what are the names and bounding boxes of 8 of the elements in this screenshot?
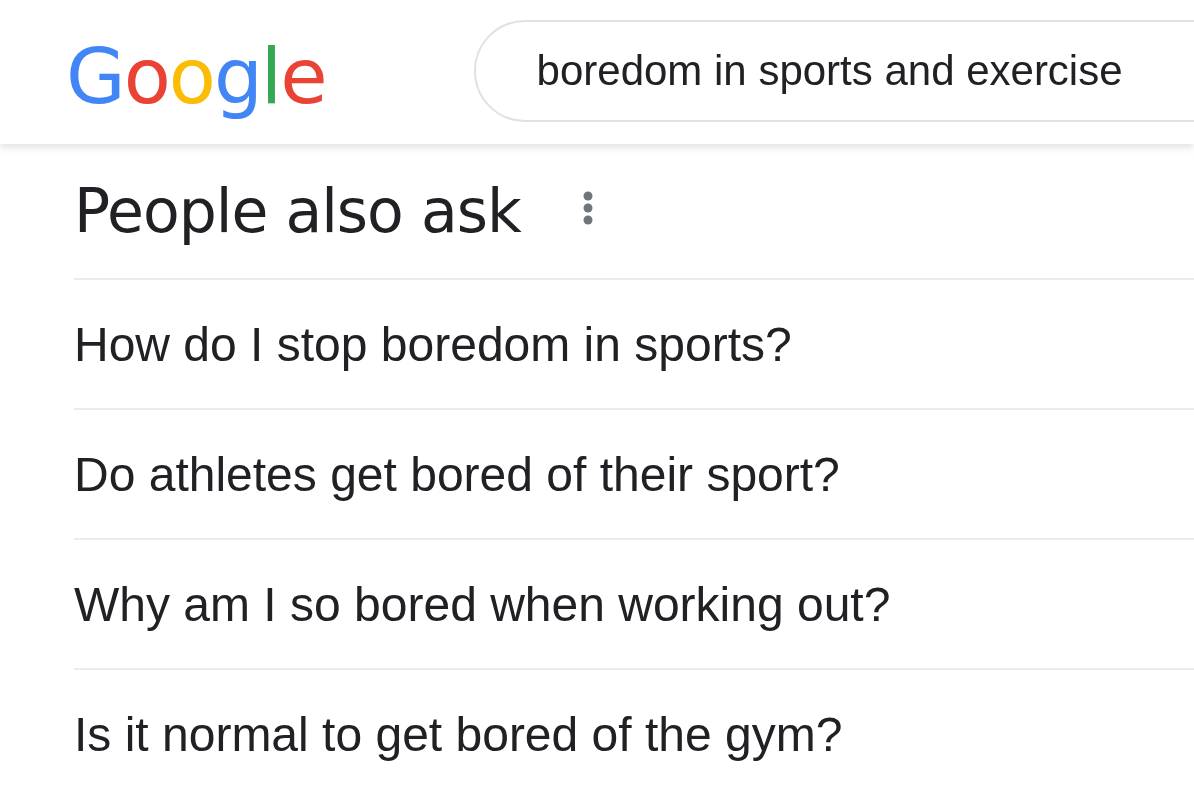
question-item[interactable]: Is it normal to get bored of the gym? bbox=[74, 668, 1194, 798]
question-item[interactable]: How do I stop boredom in sports? bbox=[74, 278, 1194, 408]
question-item[interactable]: Why am I so bored when working out? bbox=[74, 538, 1194, 668]
more-options-button[interactable] bbox=[582, 191, 593, 225]
search-field[interactable]: boredom in sports and exercise bbox=[473, 20, 1194, 122]
section-title: People also ask bbox=[74, 176, 521, 246]
question-item[interactable]: Do athletes get bored of their sport? bbox=[74, 408, 1194, 538]
more-vertical-icon bbox=[582, 191, 593, 225]
